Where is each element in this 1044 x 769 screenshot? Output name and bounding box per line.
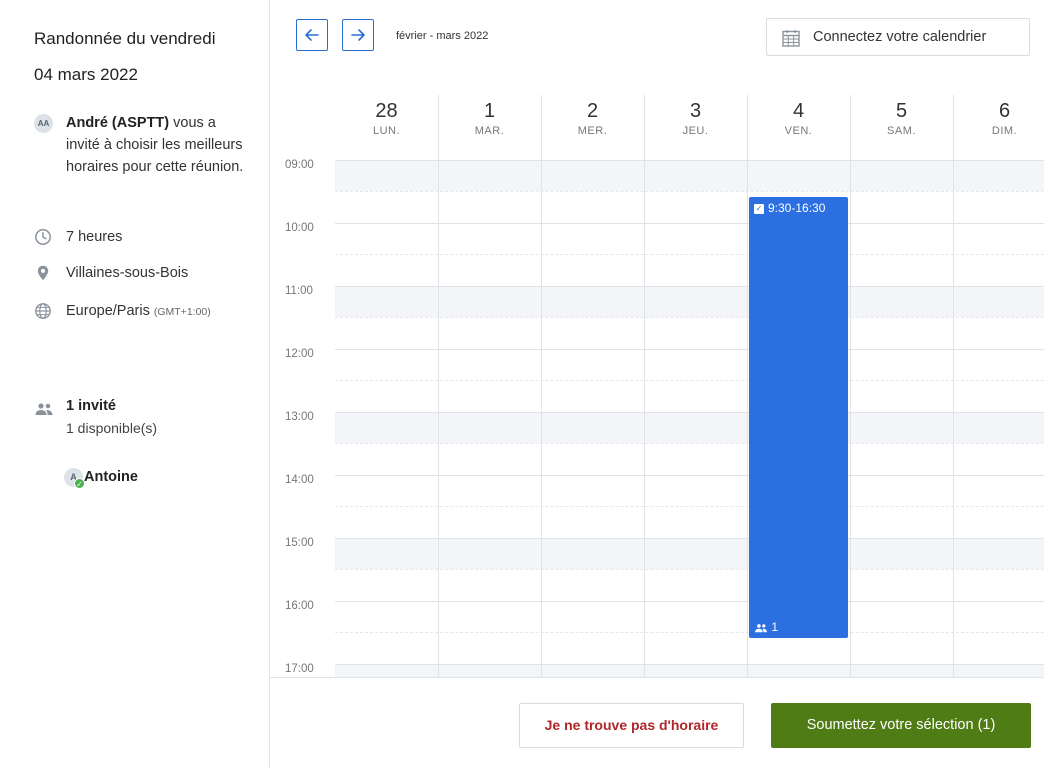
time-slots-area[interactable] [335,160,1044,678]
slot-time-label: 9:30-16:30 [768,201,826,215]
time-label: 14:00 [285,474,314,486]
timezone-text: Europe/Paris [66,303,150,319]
people-icon [35,403,53,415]
day-header-mon: 28 LUN. [372,100,401,137]
selected-time-slot[interactable]: ✓ 9:30-16:30 1 [749,197,848,638]
time-label: 16:00 [285,600,314,612]
people-icon [755,624,767,633]
arrow-left-icon [305,29,319,41]
clock-icon [35,229,51,245]
arrow-right-icon [351,29,365,41]
time-label: 10:00 [285,222,314,234]
week-grid: 28 LUN. 1 MAR. 2 MER. 3 JEU. 4 VEN. 5 SA… [335,95,1044,678]
day-header-tue: 1 MAR. [474,100,505,137]
slot-participant-count: 1 [771,620,779,634]
submit-selection-button[interactable]: Soumettez votre sélection (1) [771,703,1031,748]
time-label: 17:00 [285,663,314,675]
next-week-button[interactable] [342,19,374,51]
calendar-icon [782,30,800,47]
time-label: 11:00 [285,285,313,297]
day-header-fri: 4 VEN. [784,100,813,137]
event-date: 04 mars 2022 [34,65,138,84]
globe-icon [35,303,51,319]
map-pin-icon [37,265,49,281]
time-label: 15:00 [285,537,314,549]
time-label: 09:00 [285,159,314,171]
day-header-thu: 3 JEU. [682,100,709,137]
timezone-offset: (GMT+1:00) [153,306,211,318]
time-label: 13:00 [285,411,314,423]
duration-text: 7 heures [66,229,123,245]
no-time-found-button[interactable]: Je ne trouve pas d'horaire [519,703,744,748]
location-text: Villaines-sous-Bois [66,265,189,281]
slot-participants: 1 [754,620,778,634]
connect-calendar-label: Connectez votre calendrier [813,29,987,45]
day-header-sat: 5 SAM. [887,100,916,137]
organizer-name: André (ASPTT) [66,115,170,131]
connect-calendar-button[interactable]: Connectez votre calendrier [766,18,1030,56]
time-label: 12:00 [285,348,314,360]
organizer-avatar: AA [34,114,53,133]
event-title: Randonnée du vendredi [34,29,216,48]
day-header-sun: 6 DIM. [991,100,1018,137]
day-header-wed: 2 MER. [577,100,608,137]
checkbox-checked-icon[interactable]: ✓ [754,204,764,214]
event-sidebar: Randonnée du vendredi 04 mars 2022 AA An… [0,0,270,769]
guest-count: 1 invité [66,398,116,414]
prev-week-button[interactable] [296,19,328,51]
attendee-name: Antoine [84,469,138,485]
available-count: 1 disponible(s) [66,420,158,436]
date-range-label: février - mars 2022 [396,30,489,42]
